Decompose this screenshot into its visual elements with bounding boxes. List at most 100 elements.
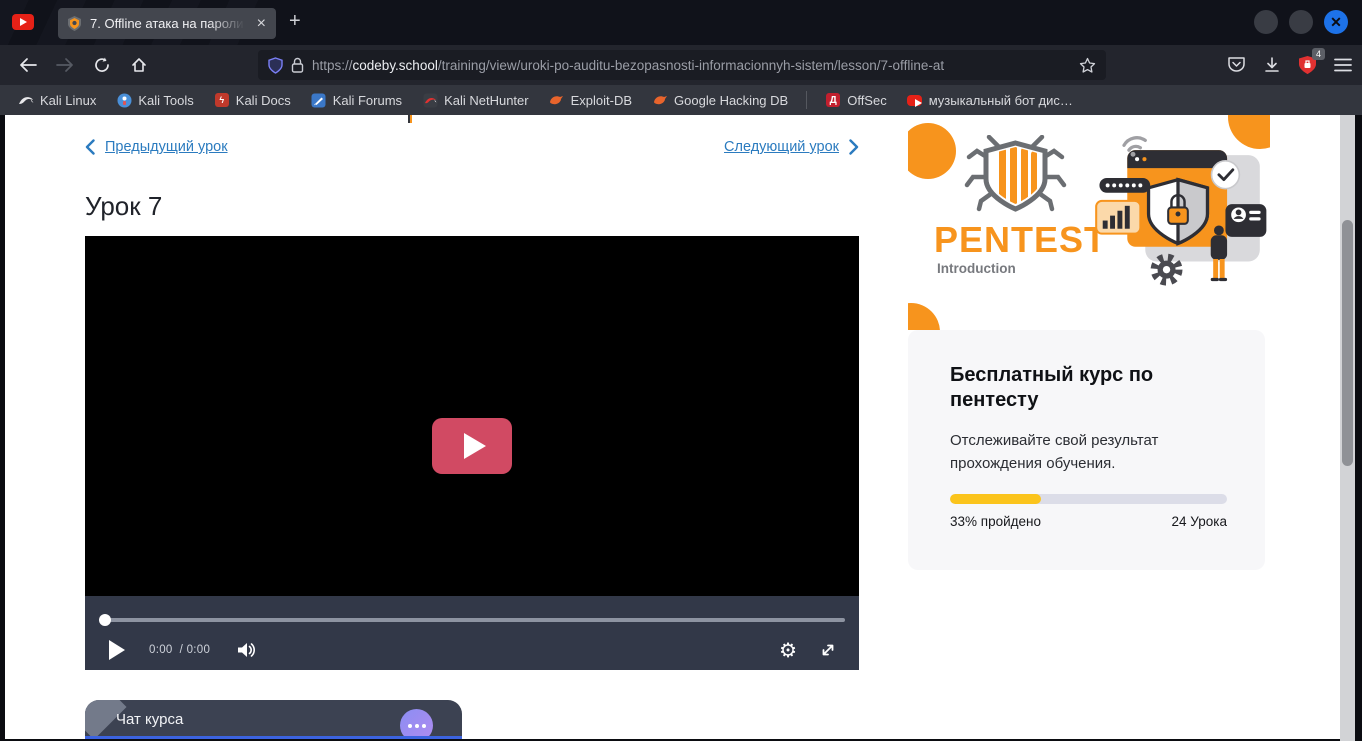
video-player: 0:00 / 0:00 ⚙ bbox=[85, 236, 859, 670]
google-hacking-db-icon bbox=[652, 92, 668, 108]
reload-icon[interactable] bbox=[86, 51, 118, 79]
youtube-icon bbox=[12, 14, 34, 30]
pocket-icon[interactable] bbox=[1227, 56, 1246, 74]
time-display: 0:00 / 0:00 bbox=[149, 644, 210, 656]
kali-tools-icon bbox=[116, 92, 132, 108]
tab-title: 7. Offline атака на пароли bbox=[90, 16, 248, 31]
bookmark-kali-nethunter[interactable]: Kali NetHunter bbox=[414, 89, 537, 111]
course-card-title: Бесплатный курс по пентесту bbox=[950, 363, 1210, 413]
pentest-bug-logo-icon bbox=[963, 135, 1068, 217]
bookmark-label: Kali NetHunter bbox=[444, 93, 529, 108]
bookmark-label: Kali Docs bbox=[236, 93, 291, 108]
chat-accent-strip bbox=[85, 736, 462, 739]
kali-nethunter-icon bbox=[422, 92, 438, 108]
lock-icon bbox=[291, 57, 304, 73]
orange-blob bbox=[908, 303, 940, 330]
nav-toolbar: https://codeby.school/training/view/urok… bbox=[0, 45, 1362, 85]
offsec-icon: Д bbox=[825, 92, 841, 108]
play-icon[interactable] bbox=[109, 640, 125, 660]
tab-close-icon[interactable]: × bbox=[255, 16, 268, 32]
video-surface[interactable] bbox=[85, 236, 859, 596]
course-progress-stats: 33% пройдено 24 Урока bbox=[950, 514, 1227, 529]
toolbar-right-icons: 4 bbox=[1227, 50, 1352, 80]
next-lesson[interactable]: Следующий урок bbox=[724, 139, 859, 155]
bookmark-label: Kali Tools bbox=[138, 93, 193, 108]
extension-badge: 4 bbox=[1312, 48, 1325, 60]
download-icon[interactable] bbox=[1263, 56, 1281, 74]
close-button[interactable]: ✕ bbox=[1324, 10, 1348, 34]
bookmarks-separator bbox=[806, 91, 807, 109]
course-progress-bar bbox=[950, 494, 1227, 504]
big-play-button[interactable] bbox=[432, 418, 512, 474]
seek-bar[interactable] bbox=[100, 618, 845, 622]
maximize-button[interactable] bbox=[1289, 10, 1313, 34]
url-text: https://codeby.school/training/view/urok… bbox=[312, 58, 1071, 73]
page-scrollbar[interactable] bbox=[1340, 115, 1355, 741]
settings-gear-icon[interactable]: ⚙ bbox=[779, 640, 797, 660]
bookmark-google-hacking-db[interactable]: Google Hacking DB bbox=[644, 89, 796, 111]
bookmark-music-bot[interactable]: музыкальный бот дис… bbox=[899, 89, 1081, 111]
active-tab[interactable]: 7. Offline атака на пароли × bbox=[58, 8, 276, 39]
kali-forums-icon bbox=[311, 92, 327, 108]
orange-blob bbox=[908, 123, 956, 179]
pinned-tab-youtube[interactable] bbox=[10, 11, 36, 33]
home-icon[interactable] bbox=[123, 51, 155, 79]
url-bar[interactable]: https://codeby.school/training/view/urok… bbox=[258, 50, 1106, 80]
security-illustration bbox=[1088, 129, 1268, 299]
lessons-count-label: 24 Урока bbox=[1172, 514, 1227, 529]
chat-title: Чат курса bbox=[116, 711, 183, 728]
scrollbar-thumb[interactable] bbox=[1342, 220, 1353, 466]
course-progress-card: Бесплатный курс по пентесту Отслеживайте… bbox=[908, 330, 1265, 570]
brand-subtitle: Introduction bbox=[937, 261, 1016, 276]
bookmark-offsec[interactable]: Д OffSec bbox=[817, 89, 895, 111]
bookmark-star-icon[interactable] bbox=[1079, 57, 1096, 74]
seek-thumb[interactable] bbox=[99, 614, 111, 626]
chevron-right-icon bbox=[849, 139, 859, 155]
minimize-button[interactable] bbox=[1254, 10, 1278, 34]
codeby-favicon-icon bbox=[66, 15, 83, 32]
kali-linux-icon bbox=[18, 92, 34, 108]
course-chat-panel[interactable]: Чат курса bbox=[85, 700, 462, 739]
back-icon[interactable] bbox=[12, 51, 44, 79]
volume-icon[interactable] bbox=[236, 641, 256, 659]
lesson-title: Урок 7 bbox=[85, 191, 162, 222]
bookmark-label: Exploit-DB bbox=[571, 93, 632, 108]
bookmark-kali-docs[interactable]: ϟ Kali Docs bbox=[206, 89, 299, 111]
course-banner[interactable]: PENTEST Introduction bbox=[908, 115, 1270, 330]
course-progress-fill bbox=[950, 494, 1041, 504]
bookmark-kali-linux[interactable]: Kali Linux bbox=[10, 89, 104, 111]
next-lesson-link[interactable]: Следующий урок bbox=[724, 139, 839, 155]
lesson-navigation: Предыдущий урок Следующий урок bbox=[85, 139, 859, 155]
prev-lesson[interactable]: Предыдущий урок bbox=[85, 139, 228, 155]
tracking-protection-shield-icon[interactable] bbox=[268, 57, 283, 74]
player-controls: 0:00 / 0:00 ⚙ bbox=[85, 596, 859, 670]
course-sidebar: PENTEST Introduction bbox=[908, 115, 1270, 570]
prev-lesson-link[interactable]: Предыдущий урок bbox=[105, 139, 228, 155]
chat-bubble-icon[interactable] bbox=[400, 709, 433, 739]
browser-window: 7. Offline атака на пароли × + ✕ bbox=[0, 0, 1362, 741]
bookmark-label: музыкальный бот дис… bbox=[929, 93, 1073, 108]
progress-percent-label: 33% пройдено bbox=[950, 514, 1041, 529]
titlebar: 7. Offline атака на пароли × + ✕ bbox=[0, 0, 1362, 45]
chevron-left-icon bbox=[85, 139, 95, 155]
forward-icon[interactable] bbox=[49, 51, 81, 79]
bookmark-kali-forums[interactable]: Kali Forums bbox=[303, 89, 410, 111]
adblock-extension-icon[interactable]: 4 bbox=[1298, 55, 1317, 75]
bookmark-label: Google Hacking DB bbox=[674, 93, 788, 108]
menu-hamburger-icon[interactable] bbox=[1334, 58, 1352, 72]
fullscreen-icon[interactable] bbox=[819, 641, 837, 659]
bookmark-label: Kali Linux bbox=[40, 93, 96, 108]
bookmark-label: Kali Forums bbox=[333, 93, 402, 108]
bookmarks-toolbar: Kali Linux Kali Tools ϟ Kali Docs Kali F… bbox=[0, 85, 1362, 115]
new-tab-button[interactable]: + bbox=[289, 10, 301, 33]
course-card-description: Отслеживайте свой результат прохождения … bbox=[950, 430, 1200, 475]
bookmark-label: OffSec bbox=[847, 93, 887, 108]
exploit-db-icon bbox=[549, 92, 565, 108]
window-controls: ✕ bbox=[1254, 10, 1348, 34]
youtube-icon bbox=[907, 92, 923, 108]
brand-name: PENTEST bbox=[934, 219, 1107, 261]
bookmark-exploit-db[interactable]: Exploit-DB bbox=[541, 89, 640, 111]
bookmark-kali-tools[interactable]: Kali Tools bbox=[108, 89, 201, 111]
kali-docs-icon: ϟ bbox=[214, 92, 230, 108]
clipped-heading-fragment bbox=[408, 115, 412, 123]
